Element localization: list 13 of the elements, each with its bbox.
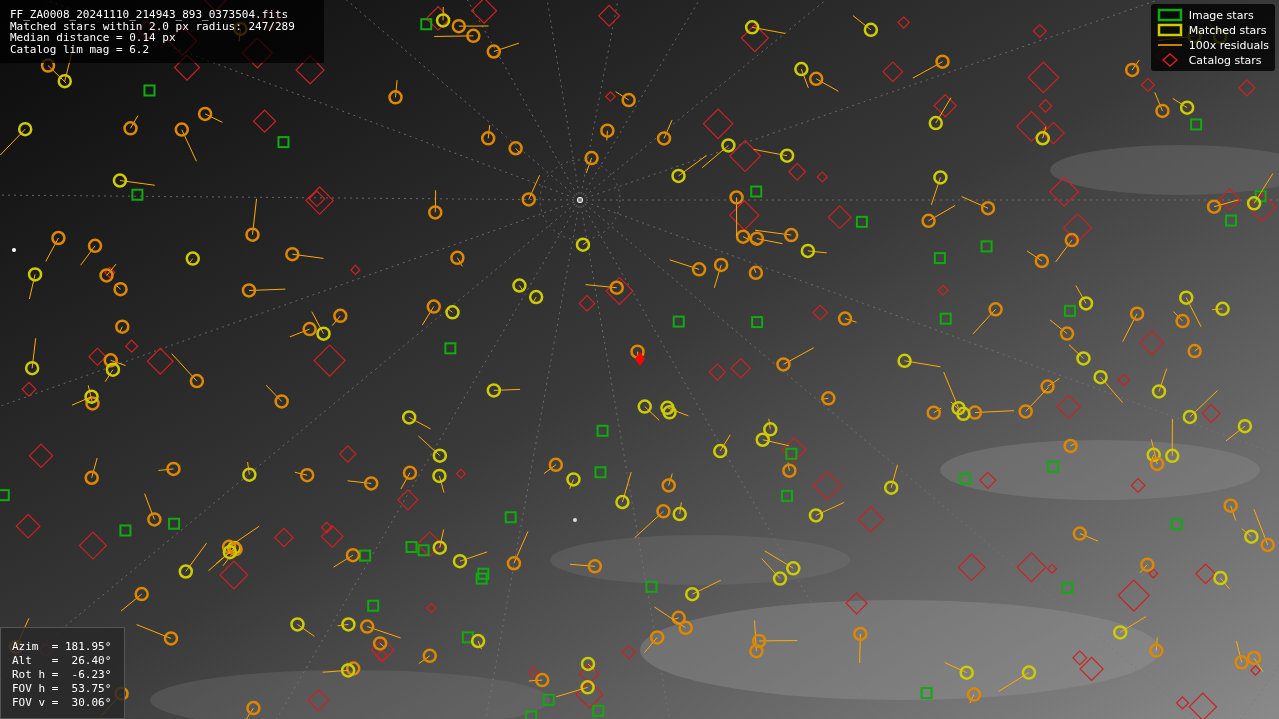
legend-label: Matched stars	[1188, 23, 1267, 37]
info-text: Median distance = 0.14 px	[10, 32, 176, 44]
pointing-text: Rot h = -6.23°	[12, 668, 112, 682]
legend-label: Image stars	[1188, 8, 1254, 22]
legend-label: Catalog stars	[1188, 53, 1262, 67]
info-text: Matched stars within 2.0 px radius: 247/289	[10, 20, 296, 32]
pointing-text: Alt = 26.40°	[12, 654, 112, 668]
info-text: FF_ZA0008_20241110_214943_893_0373504.fits	[10, 9, 290, 21]
pointing-text: FOV v = 30.06°	[12, 696, 112, 710]
pointing-text: FOV h = 53.75°	[12, 682, 112, 696]
legend-label: 100x residuals	[1188, 38, 1269, 52]
info-text: Catalog lim mag = 6.2	[10, 43, 151, 55]
pointing-text: Azim = 181.95°	[12, 640, 112, 654]
